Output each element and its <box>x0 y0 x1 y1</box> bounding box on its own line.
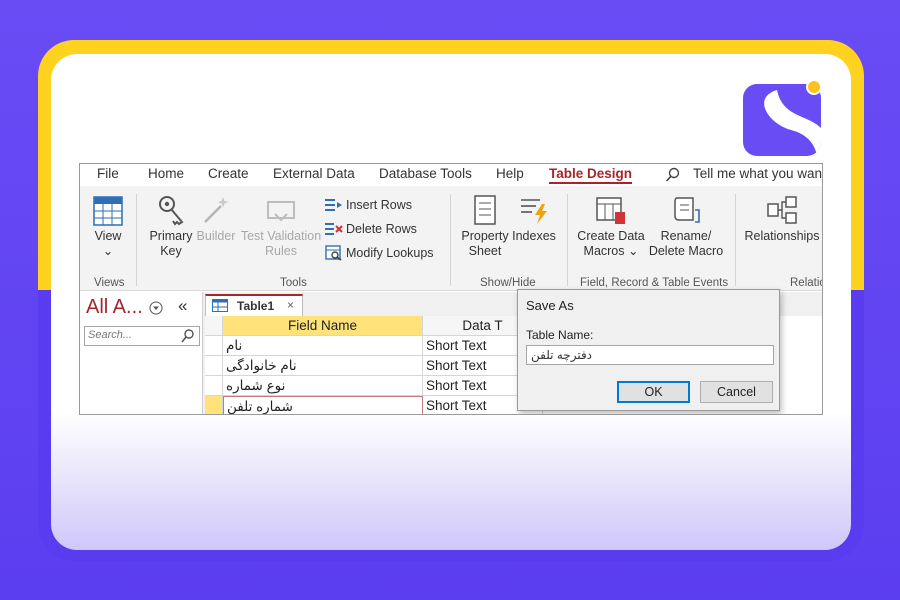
ribbon-divider <box>735 194 736 286</box>
group-label-tools: Tools <box>280 277 307 289</box>
row-selector-active[interactable] <box>205 396 223 414</box>
ribbon: View ⌄ Views Primary Key Builder Test Va… <box>80 186 822 291</box>
cancel-button[interactable]: Cancel <box>700 381 773 403</box>
chevron-down-icon: ⌄ <box>102 244 114 258</box>
delete-rows-icon <box>325 223 343 235</box>
test-validation-label-1: Test Validation <box>240 229 322 243</box>
insert-rows-button[interactable]: Insert Rows <box>325 197 412 213</box>
brand-logo-dot <box>806 79 822 95</box>
create-data-macros-label-1: Create Data <box>577 229 645 243</box>
rename-delete-macro-button[interactable]: Rename/ Delete Macro <box>646 194 726 259</box>
modify-lookups-label: Modify Lookups <box>346 246 434 260</box>
column-header-field-name[interactable]: Field Name <box>223 316 423 336</box>
save-as-dialog: Save As Table Name: دفترچه تلفن OK Cance… <box>517 289 780 411</box>
menu-bar: File Home Create External Data Database … <box>80 164 822 186</box>
table-name-label: Table Name: <box>526 328 594 342</box>
key-icon <box>159 196 184 226</box>
indexes-button[interactable]: Indexes <box>512 194 556 244</box>
view-label: View <box>94 229 122 243</box>
rename-delete-macro-label-1: Rename/ <box>660 229 712 243</box>
menu-file[interactable]: File <box>97 166 119 181</box>
close-icon[interactable]: × <box>287 298 294 312</box>
data-macro-table-icon <box>596 197 625 224</box>
group-label-events: Field, Record & Table Events <box>580 277 729 289</box>
field-name-cell[interactable]: نام <box>223 336 423 356</box>
modify-lookups-button[interactable]: Modify Lookups <box>325 245 434 261</box>
tab-label: Table1 <box>237 299 275 313</box>
menu-create[interactable]: Create <box>208 166 249 181</box>
indexes-lightning-icon <box>521 199 547 224</box>
property-sheet-label-2: Sheet <box>468 244 502 258</box>
relationships-button[interactable]: Relationships <box>744 194 820 244</box>
field-name-cell[interactable]: نام خانوادگی <box>223 356 423 376</box>
nav-dropdown-icon[interactable] <box>149 301 163 318</box>
validation-form-icon <box>267 201 295 222</box>
builder-label: Builder <box>196 229 236 243</box>
group-label-relationships: Relatio <box>790 277 823 289</box>
field-name-cell[interactable]: نوع شماره <box>223 376 423 396</box>
rename-delete-macro-label-2: Delete Macro <box>648 244 724 258</box>
lightbulb-search-icon[interactable] <box>665 167 681 186</box>
property-sheet-label-1: Property <box>461 229 509 243</box>
nav-pane-title[interactable]: All A... <box>86 296 143 319</box>
group-label-show-hide: Show/Hide <box>480 277 536 289</box>
brand-logo <box>743 84 821 156</box>
group-label-views: Views <box>94 277 125 289</box>
view-button[interactable]: View ⌄ <box>90 196 126 259</box>
document-tab-table1[interactable]: Table1 × <box>205 294 303 316</box>
property-sheet-icon <box>474 195 496 225</box>
table-icon <box>212 299 228 315</box>
access-window: File Home Create External Data Database … <box>79 163 823 415</box>
view-grid-icon <box>93 196 123 226</box>
row-selector[interactable] <box>205 356 223 376</box>
dialog-title: Save As <box>526 298 574 313</box>
lookup-table-icon <box>325 245 342 261</box>
magic-wand-icon <box>204 197 229 223</box>
create-data-macros-label-2: Macros ⌄ <box>583 244 639 258</box>
test-validation-label-2: Rules <box>265 244 297 258</box>
menu-external-data[interactable]: External Data <box>273 166 355 181</box>
row-selector[interactable] <box>205 376 223 396</box>
field-name-cell-active[interactable]: شماره تلفن <box>223 396 423 414</box>
test-validation-rules-button[interactable]: Test Validation Rules <box>240 194 322 259</box>
collapse-pane-icon[interactable]: « <box>178 296 187 316</box>
menu-help[interactable]: Help <box>496 166 524 181</box>
delete-rows-button[interactable]: Delete Rows <box>325 221 417 237</box>
insert-rows-label: Insert Rows <box>346 198 412 212</box>
row-selector-header <box>205 316 223 336</box>
tell-me-box[interactable]: Tell me what you wan <box>693 166 822 181</box>
row-selector[interactable] <box>205 336 223 356</box>
menu-home[interactable]: Home <box>148 166 184 181</box>
table-name-input[interactable]: دفترچه تلفن <box>526 345 774 365</box>
property-sheet-button[interactable]: Property Sheet <box>458 194 512 259</box>
create-data-macros-button[interactable]: Create Data Macros ⌄ <box>574 194 648 259</box>
primary-key-button[interactable]: Primary Key <box>146 194 196 259</box>
relationships-label: Relationships <box>744 229 820 243</box>
insert-rows-icon <box>325 199 342 211</box>
relationships-icon <box>767 196 797 224</box>
primary-key-label-1: Primary <box>149 229 193 243</box>
primary-key-label-2: Key <box>160 244 182 258</box>
ribbon-divider <box>450 194 451 286</box>
menu-table-design[interactable]: Table Design <box>549 166 633 184</box>
ribbon-divider <box>567 194 568 286</box>
indexes-label: Indexes <box>512 229 556 243</box>
search-icon[interactable] <box>180 328 196 347</box>
navigation-pane: All A... « Search... <box>80 292 203 414</box>
builder-button[interactable]: Builder <box>195 194 237 244</box>
ok-button[interactable]: OK <box>617 381 690 403</box>
menu-database-tools[interactable]: Database Tools <box>379 166 472 181</box>
delete-rows-label: Delete Rows <box>346 222 417 236</box>
macro-scroll-icon <box>674 197 700 223</box>
ribbon-divider <box>136 194 137 286</box>
